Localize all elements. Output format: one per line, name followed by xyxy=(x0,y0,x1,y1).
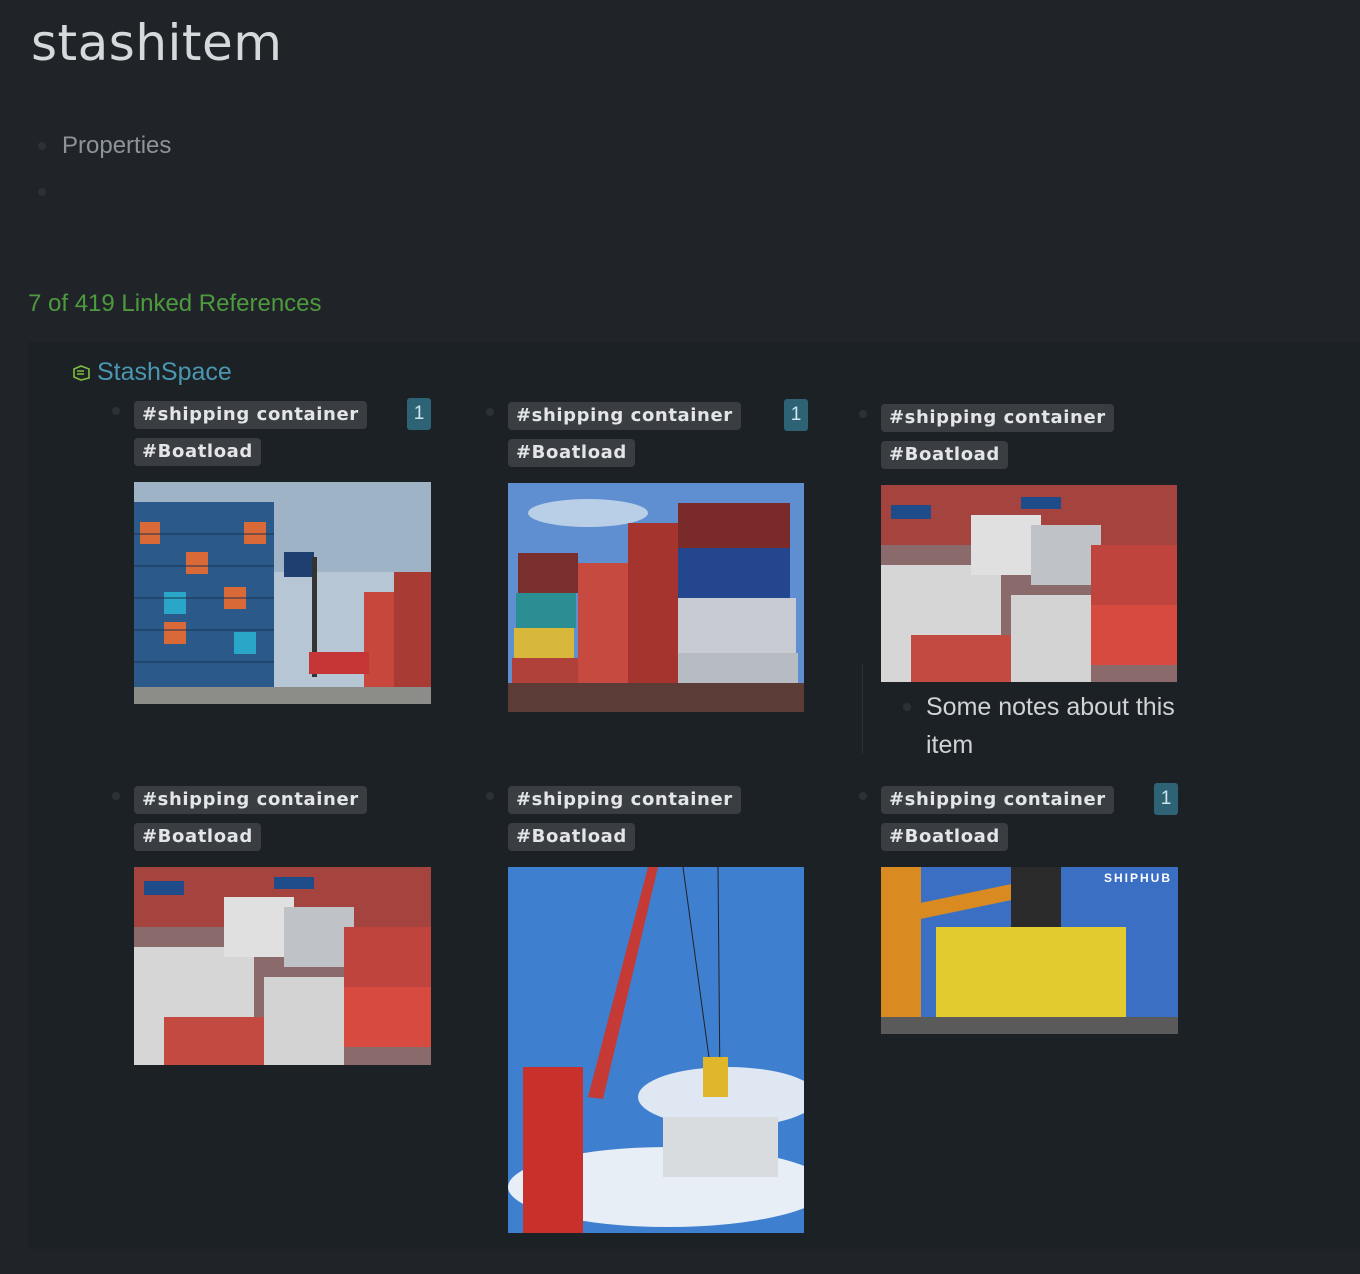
tag-boatload[interactable]: #Boatload xyxy=(881,441,1008,469)
tag-boatload[interactable]: #Boatload xyxy=(508,439,635,467)
stash-card[interactable]: #shipping container #Boatload xyxy=(859,404,1181,682)
properties-label: Properties xyxy=(62,132,172,159)
bullet-dot[interactable] xyxy=(859,410,867,418)
empty-block[interactable] xyxy=(38,188,62,196)
tag-shipping-container[interactable]: #shipping container xyxy=(881,786,1114,814)
container-stacks-forklift-image[interactable] xyxy=(134,482,431,704)
bullet-dot[interactable] xyxy=(112,407,120,415)
stash-card[interactable]: #shipping container #Boatload xyxy=(486,786,808,1233)
bullet-dot[interactable] xyxy=(38,142,46,150)
tag-boatload[interactable]: #Boatload xyxy=(134,438,261,466)
bullet-dot[interactable] xyxy=(112,792,120,800)
stash-card[interactable]: #shipping container #Boatload 1 xyxy=(486,399,808,712)
page-ref-stashspace[interactable]: StashSpace xyxy=(72,358,232,387)
reference-count-badge[interactable]: 1 xyxy=(1154,783,1178,815)
bullet-dot[interactable] xyxy=(38,188,46,196)
page-icon xyxy=(73,364,90,381)
tag-boatload[interactable]: #Boatload xyxy=(134,823,261,851)
properties-block[interactable]: Properties xyxy=(38,132,171,160)
linked-references-heading[interactable]: 7 of 419 Linked References xyxy=(28,290,322,318)
notes-guide-line xyxy=(862,664,863,754)
reference-count-badge[interactable]: 1 xyxy=(407,398,431,430)
tag-shipping-container[interactable]: #shipping container xyxy=(508,786,741,814)
tag-shipping-container[interactable]: #shipping container xyxy=(881,404,1114,432)
tag-boatload[interactable]: #Boatload xyxy=(881,823,1008,851)
tag-shipping-container[interactable]: #shipping container xyxy=(134,401,367,429)
maersk-yard-2-image[interactable] xyxy=(134,867,431,1065)
reference-count-badge[interactable]: 1 xyxy=(784,399,808,431)
stash-card[interactable]: #shipping container #Boatload 1 xyxy=(112,398,434,704)
bullet-dot[interactable] xyxy=(486,792,494,800)
tag-shipping-container[interactable]: #shipping container xyxy=(508,402,741,430)
notes-block[interactable]: Some notes about this item xyxy=(926,688,1196,764)
page: stashitem Properties 7 of 419 Linked Ref… xyxy=(0,0,1360,1274)
page-ref-label: StashSpace xyxy=(97,358,232,386)
image-watermark: SHIPHUB xyxy=(1103,871,1172,885)
msc-container-image[interactable]: SHIPHUB xyxy=(881,867,1178,1034)
maersk-yard-image[interactable] xyxy=(881,485,1177,682)
tag-shipping-container[interactable]: #shipping container xyxy=(134,786,367,814)
bullet-dot[interactable] xyxy=(903,703,911,711)
bullet-dot[interactable] xyxy=(486,408,494,416)
stash-card[interactable]: #shipping container #Boatload xyxy=(112,786,434,1065)
crane-lift-image[interactable] xyxy=(508,867,804,1233)
bullet-dot[interactable] xyxy=(859,792,867,800)
stash-card[interactable]: #shipping container #Boatload 1 SHIPHUB xyxy=(859,783,1181,1034)
container-tower-sky-image[interactable] xyxy=(508,483,804,712)
tag-boatload[interactable]: #Boatload xyxy=(508,823,635,851)
page-title[interactable]: stashitem xyxy=(31,14,283,72)
